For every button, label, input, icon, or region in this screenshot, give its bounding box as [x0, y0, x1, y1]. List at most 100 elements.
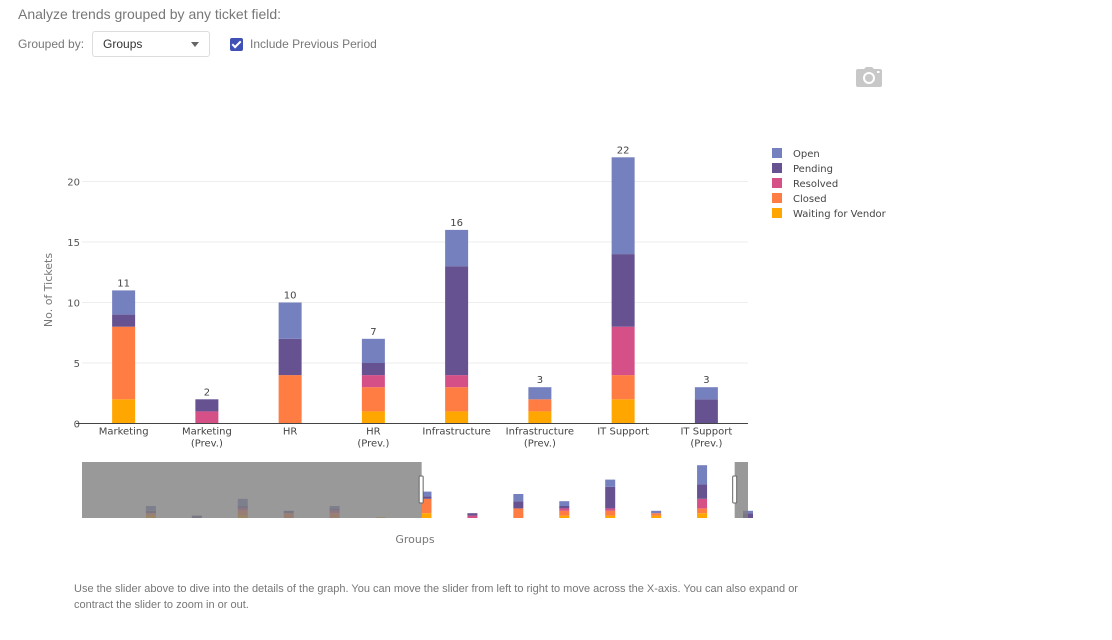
bar-stack[interactable] — [694, 387, 718, 424]
slider-bar-segment — [605, 479, 616, 487]
bar-stack[interactable] — [528, 387, 552, 424]
slider-help-note: Use the slider above to dive into the de… — [74, 583, 798, 611]
bar-segment-open[interactable] — [694, 387, 718, 400]
bar-segment-waiting-for-vendor[interactable] — [112, 399, 136, 424]
legend-swatch — [772, 193, 782, 203]
bar-stack[interactable] — [611, 157, 635, 424]
bar-segment-waiting-for-vendor[interactable] — [611, 399, 635, 424]
slider-bar-segment — [697, 498, 708, 509]
bar-stack[interactable] — [195, 399, 219, 424]
slider-bar-segment — [467, 513, 478, 516]
bar-segment-resolved[interactable] — [445, 375, 469, 388]
bar-segment-open[interactable] — [361, 338, 385, 363]
legend-label: Waiting for Vendor — [793, 209, 887, 220]
bar-segment-open[interactable] — [528, 387, 552, 400]
legend-item[interactable]: Open — [772, 148, 820, 160]
x-tick-label: IT Support (Prev.) — [680, 427, 732, 450]
legend-swatch — [772, 148, 782, 158]
bar-segment-resolved[interactable] — [195, 411, 219, 424]
total-label: 16 — [450, 218, 463, 229]
slider-bar-segment — [559, 506, 570, 509]
x-tick-label: Marketing (Prev.) — [182, 427, 232, 450]
total-label: 11 — [117, 278, 130, 289]
slider-bar-segment — [559, 515, 570, 518]
slider-bar-segment — [559, 510, 570, 516]
legend-item[interactable]: Closed — [772, 193, 827, 205]
bar-segment-closed[interactable] — [528, 399, 552, 412]
bar-segment-pending[interactable] — [195, 399, 219, 412]
slider-bar-segment — [651, 510, 662, 514]
bar-segment-open[interactable] — [445, 229, 469, 267]
x-axis-label: Groups — [395, 533, 434, 546]
slider-bar-segment — [421, 513, 432, 518]
x-tick-label: IT Support — [597, 427, 649, 438]
y-axis-ticks: 0 5 10 15 20 — [67, 178, 82, 431]
total-label: 10 — [284, 291, 297, 302]
bar-stack[interactable] — [278, 302, 302, 424]
slider-handle-left[interactable] — [418, 475, 424, 504]
bar-segment-closed[interactable] — [361, 387, 385, 412]
bar-segment-open[interactable] — [278, 302, 302, 339]
slider-mask-left[interactable] — [82, 462, 422, 518]
bar-segment-pending[interactable] — [694, 399, 718, 424]
legend-item[interactable]: Waiting for Vendor — [772, 208, 887, 220]
stacked-bar-chart: 0 5 10 15 20 No. of Tickets 11 2 10 7 16 3 22 3 Mar… — [42, 145, 887, 546]
legend-label: Resolved — [793, 179, 838, 190]
bar-segment-open[interactable] — [611, 157, 635, 255]
bar-segment-waiting-for-vendor[interactable] — [445, 411, 469, 424]
slider-handle-right[interactable] — [732, 475, 738, 504]
y-tick-label: 10 — [67, 299, 80, 310]
slider-bar-segment — [697, 465, 708, 485]
bar-segment-closed[interactable] — [278, 375, 302, 424]
bar-segment-closed[interactable] — [611, 375, 635, 400]
total-label: 22 — [617, 145, 630, 156]
bars — [112, 157, 718, 424]
slider-bar-segment — [651, 513, 662, 516]
slider-bar-segment — [697, 508, 708, 514]
slider-bar-segment — [605, 508, 616, 511]
legend-item[interactable]: Pending — [772, 163, 833, 175]
x-tick-label: HR (Prev.) — [357, 427, 389, 450]
total-label: 7 — [370, 327, 376, 338]
bar-segment-resolved[interactable] — [361, 375, 385, 388]
slider-bar-segment — [559, 501, 570, 506]
bar-segment-closed[interactable] — [112, 326, 136, 400]
bar-segment-open[interactable] — [112, 290, 136, 315]
total-label: 3 — [703, 375, 709, 386]
slider-bar-segment — [651, 515, 662, 518]
legend-swatch — [772, 208, 782, 218]
total-label: 3 — [537, 375, 543, 386]
slider-bar-segment — [697, 484, 708, 499]
bar-segment-closed[interactable] — [445, 387, 469, 412]
bar-segment-pending[interactable] — [361, 363, 385, 376]
grid-lines — [82, 181, 748, 364]
slider-bar-segment — [697, 513, 708, 518]
slider-bar-segment — [513, 508, 524, 518]
bar-segment-pending[interactable] — [445, 266, 469, 376]
bar-segment-pending[interactable] — [112, 314, 136, 327]
legend-label: Open — [793, 149, 820, 160]
bar-segment-resolved[interactable] — [611, 326, 635, 376]
total-label: 2 — [204, 387, 210, 398]
legend-swatch — [772, 163, 782, 173]
bar-stack[interactable] — [361, 338, 385, 424]
y-axis-label: No. of Tickets — [42, 253, 55, 327]
legend-swatch — [772, 178, 782, 188]
slider-bar-segment — [559, 508, 570, 511]
slider-bar-segment — [467, 515, 478, 518]
bar-segment-waiting-for-vendor[interactable] — [361, 411, 385, 424]
slider-bar-segment — [513, 501, 524, 509]
slider-bar-segment — [513, 494, 524, 502]
y-tick-label: 15 — [67, 238, 80, 249]
bar-segment-pending[interactable] — [611, 254, 635, 327]
bar-stack[interactable] — [112, 290, 136, 424]
range-slider[interactable] — [82, 462, 753, 518]
bar-stack[interactable] — [445, 229, 469, 424]
legend: Open Pending Resolved Closed Waiting for Ven… — [772, 148, 887, 220]
slider-bar-segment — [605, 486, 616, 509]
legend-item[interactable]: Resolved — [772, 178, 838, 190]
bar-segment-pending[interactable] — [278, 338, 302, 376]
x-tick-label: HR — [283, 427, 298, 438]
bar-segment-waiting-for-vendor[interactable] — [528, 411, 552, 424]
x-tick-label: Marketing — [99, 427, 149, 438]
